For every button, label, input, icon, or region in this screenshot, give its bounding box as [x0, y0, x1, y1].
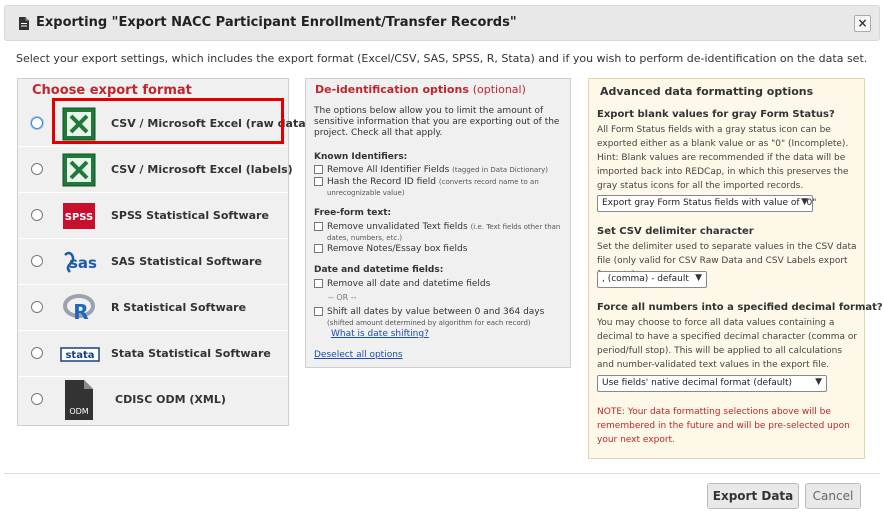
chevron-down-icon: ▼ — [801, 197, 808, 207]
delimiter-heading: Set CSV delimiter character — [597, 226, 754, 237]
checkbox-remove-dates[interactable] — [314, 279, 323, 288]
cancel-button[interactable]: Cancel — [805, 483, 861, 509]
advanced-formatting-panel: Advanced data formatting options Export … — [588, 78, 883, 459]
or-separator: -- OR -- — [328, 293, 357, 302]
document-icon — [19, 17, 29, 30]
format-label-csv-labels: CSV / Microsoft Excel (labels) — [111, 163, 293, 176]
advanced-heading: Advanced data formatting options — [600, 85, 814, 98]
deid-option-hash-record[interactable]: Hash the Record ID field (converts recor… — [314, 177, 568, 199]
freeform-heading: Free-form text: — [314, 208, 392, 218]
decimal-heading: Force all numbers into a specified decim… — [597, 302, 883, 313]
format-option-csv-labels[interactable]: CSV / Microsoft Excel (labels) — [18, 147, 293, 193]
format-radio-r[interactable] — [31, 301, 43, 313]
export-data-button[interactable]: Export Data — [707, 483, 799, 509]
format-label-spss: SPSS Statistical Software — [111, 209, 269, 222]
formatting-note: NOTE: Your data formatting selections ab… — [597, 407, 850, 445]
excel-icon — [62, 153, 96, 187]
format-label-r: R Statistical Software — [111, 301, 247, 314]
format-option-stata[interactable]: stata Stata Statistical Software — [18, 331, 288, 377]
format-option-r[interactable]: R R Statistical Software — [18, 285, 288, 331]
label-remove-identifiers: Remove All Identifier Fields — [327, 165, 450, 175]
label-remove-unvalidated: Remove unvalidated Text fields — [327, 222, 468, 232]
sas-icon: sas — [64, 251, 97, 273]
spss-icon-text: SPSS — [65, 212, 94, 223]
spss-icon: SPSS — [63, 203, 95, 229]
deselect-all-link[interactable]: Deselect all options — [314, 350, 403, 360]
format-option-sas[interactable]: sas SAS Statistical Software — [18, 239, 288, 285]
delimiter-select[interactable]: , (comma) - default ▼ — [597, 271, 707, 288]
chevron-down-icon: ▼ — [815, 377, 822, 387]
deid-option-remove-notes[interactable]: Remove Notes/Essay box fields — [314, 244, 568, 255]
checkbox-remove-notes[interactable] — [314, 244, 323, 253]
dialog-titlebar: Exporting "Export NACC Participant Enrol… — [4, 5, 880, 41]
deid-option-remove-dates[interactable]: Remove all date and datetime fields — [314, 279, 568, 290]
deid-heading-text: De-identification options — [315, 83, 469, 96]
deid-option-shift-dates[interactable]: Shift all dates by value between 0 and 3… — [314, 307, 568, 329]
decimal-select-value: Use fields' native decimal format (defau… — [602, 378, 793, 388]
blank-values-heading: Export blank values for gray Form Status… — [597, 109, 835, 120]
label-remove-notes: Remove Notes/Essay box fields — [327, 244, 468, 254]
deid-heading-optional: (optional) — [472, 83, 526, 96]
stata-icon: stata — [60, 347, 100, 362]
format-label-odm: CDISC ODM (XML) — [115, 393, 226, 406]
label-hash-record: Hash the Record ID field — [327, 177, 436, 187]
format-label-sas: SAS Statistical Software — [111, 255, 262, 268]
odm-icon-text: ODM — [69, 407, 88, 416]
deid-heading: De-identification options (optional) — [315, 83, 526, 96]
chevron-down-icon: ▼ — [695, 273, 702, 283]
dialog-title: Exporting "Export NACC Participant Enrol… — [36, 15, 517, 30]
deid-option-remove-identifiers[interactable]: Remove All Identifier Fields (tagged in … — [314, 165, 568, 176]
format-radio-sas[interactable] — [31, 255, 43, 267]
intro-text: Select your export settings, which inclu… — [16, 52, 868, 65]
checkbox-remove-unvalidated[interactable] — [314, 222, 323, 231]
format-option-spss[interactable]: SPSS SPSS Statistical Software — [18, 193, 288, 239]
date-fields-heading: Date and datetime fields: — [314, 265, 444, 275]
checkbox-shift-dates[interactable] — [314, 307, 323, 316]
close-button[interactable]: × — [854, 15, 871, 32]
format-radio-csv-labels[interactable] — [31, 163, 43, 175]
deidentification-panel: De-identification options (optional) The… — [305, 78, 571, 368]
footer-divider — [4, 473, 880, 474]
odm-icon: ODM — [65, 380, 93, 420]
what-is-date-shifting-link[interactable]: What is date shifting? — [331, 329, 429, 339]
blank-values-select[interactable]: Export gray Form Status fields with valu… — [597, 195, 817, 212]
r-icon-text: R — [73, 300, 88, 324]
format-radio-stata[interactable] — [31, 347, 43, 359]
checkbox-hash-record[interactable] — [314, 177, 323, 186]
label-remove-dates: Remove all date and datetime fields — [327, 279, 491, 289]
format-radio-spss[interactable] — [31, 209, 43, 221]
blank-values-select-value: Export gray Form Status fields with valu… — [602, 198, 817, 208]
label-shift-dates: Shift all dates by value between 0 and 3… — [327, 307, 545, 317]
decimal-select[interactable]: Use fields' native decimal format (defau… — [597, 375, 827, 392]
decimal-text: You may choose to force all data values … — [597, 318, 858, 370]
r-icon: R — [63, 294, 95, 324]
format-label-stata: Stata Statistical Software — [111, 347, 271, 360]
format-radio-odm[interactable] — [31, 393, 43, 405]
deid-description: The options below allow you to limit the… — [314, 106, 560, 138]
known-identifiers-heading: Known Identifiers: — [314, 152, 408, 162]
format-radio-csv-raw[interactable] — [31, 117, 43, 129]
export-format-heading: Choose export format — [32, 83, 192, 98]
deid-option-remove-unvalidated[interactable]: Remove unvalidated Text fields (i.e. Tex… — [314, 222, 568, 244]
stata-icon-text: stata — [65, 350, 94, 361]
selected-format-highlight — [52, 98, 284, 144]
export-format-panel: Choose export format CSV / Microsoft Exc… — [17, 78, 311, 426]
format-option-odm[interactable]: ODM CDISC ODM (XML) — [18, 377, 288, 423]
checkbox-remove-identifiers[interactable] — [314, 165, 323, 174]
hint-remove-identifiers: (tagged in Data Dictionary) — [452, 166, 548, 174]
delimiter-select-value: , (comma) - default — [602, 274, 689, 284]
blank-values-text: All Form Status fields with a gray statu… — [597, 125, 849, 191]
hint-shift-dates: (shifted amount determined by algorithm … — [327, 319, 531, 327]
